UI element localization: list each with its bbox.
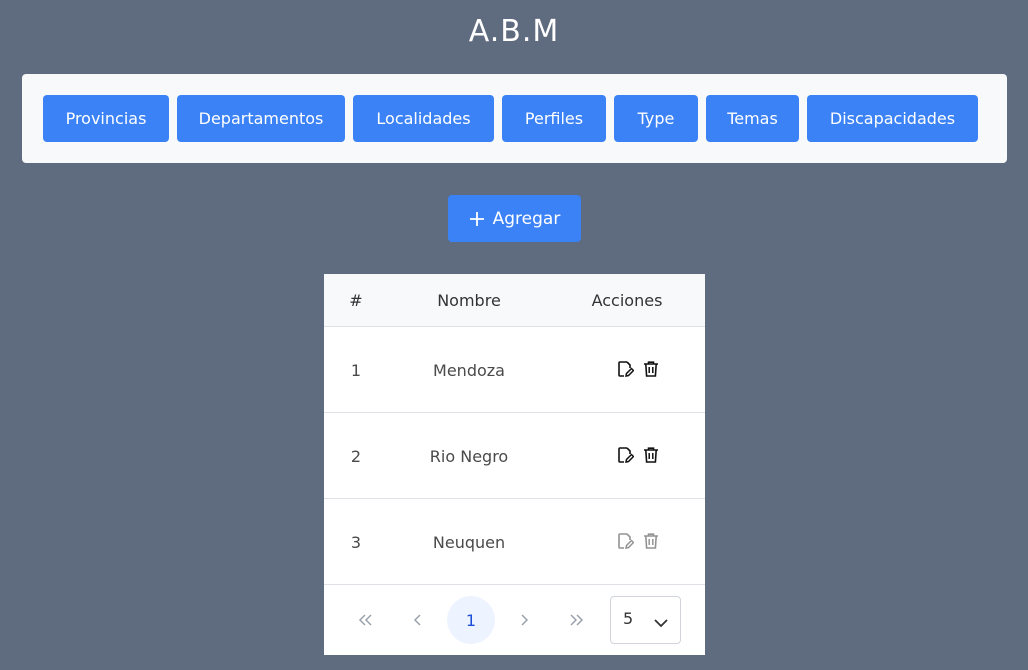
table-row: 3 Neuquen — [324, 499, 705, 585]
row-id: 3 — [350, 533, 362, 552]
edit-icon[interactable] — [616, 360, 635, 378]
edit-icon[interactable] — [616, 446, 635, 464]
table-header: # Nombre Acciones — [324, 274, 705, 327]
nav-panel: Provincias Departamentos Localidades Per… — [22, 74, 1007, 163]
nav-button-provincias[interactable]: Provincias — [43, 95, 169, 142]
first-page-icon[interactable] — [342, 596, 390, 644]
nav-button-departamentos[interactable]: Departamentos — [177, 95, 345, 142]
chevron-down-icon — [654, 613, 668, 632]
row-actions — [616, 360, 660, 378]
column-header-nombre: Nombre — [437, 291, 501, 310]
nav-button-temas[interactable]: Temas — [706, 95, 799, 142]
rows-per-page-value: 5 — [623, 609, 634, 628]
trash-icon[interactable] — [642, 446, 660, 464]
table-row: 2 Rio Negro — [324, 413, 705, 499]
last-page-icon[interactable] — [552, 596, 600, 644]
prev-page-icon[interactable] — [394, 596, 442, 644]
rows-per-page-select[interactable]: 5 — [610, 596, 681, 644]
nav-button-perfiles[interactable]: Perfiles — [502, 95, 606, 142]
page-title: A.B.M — [468, 14, 560, 49]
add-button-label: Agregar — [492, 208, 561, 229]
row-name: Rio Negro — [429, 447, 509, 466]
row-id: 2 — [350, 447, 362, 466]
add-button[interactable]: Agregar — [448, 195, 581, 242]
nav-button-discapacidades[interactable]: Discapacidades — [807, 95, 978, 142]
edit-icon — [616, 532, 635, 550]
row-name: Mendoza — [433, 361, 505, 380]
next-page-icon[interactable] — [500, 596, 548, 644]
plus-icon — [469, 211, 485, 227]
row-actions — [616, 532, 660, 550]
trash-icon — [642, 532, 660, 550]
data-table: # Nombre Acciones 1 Mendoza 2 Rio Negro — [324, 274, 705, 655]
pagination: 1 5 — [324, 585, 705, 655]
trash-icon[interactable] — [642, 360, 660, 378]
row-id: 1 — [350, 361, 362, 380]
nav-button-localidades[interactable]: Localidades — [353, 95, 494, 142]
column-header-acciones: Acciones — [591, 291, 663, 310]
column-header-id: # — [349, 291, 363, 310]
row-name: Neuquen — [432, 533, 506, 552]
nav-button-type[interactable]: Type — [614, 95, 698, 142]
page-button-current[interactable]: 1 — [447, 596, 495, 644]
row-actions — [616, 446, 660, 464]
table-row: 1 Mendoza — [324, 327, 705, 413]
